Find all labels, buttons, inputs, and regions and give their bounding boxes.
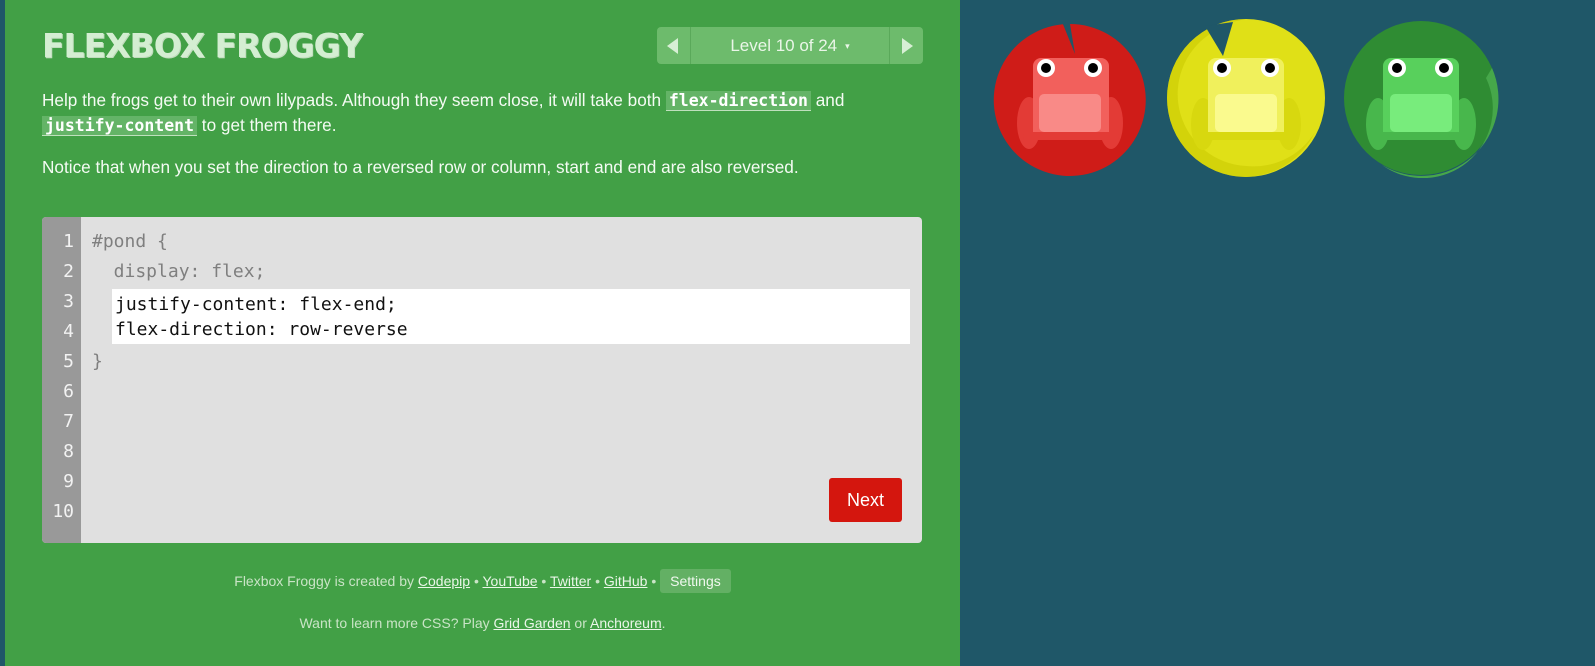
code-line-closing-brace: } — [92, 351, 103, 372]
separator: • — [647, 573, 661, 589]
instructions-text: and — [810, 90, 845, 110]
line-number: 2 — [63, 261, 74, 282]
level-dropdown[interactable]: Level 10 of 24 ▾ — [691, 27, 889, 64]
frog-pupil — [1392, 63, 1402, 73]
previous-level-arrow-icon[interactable] — [657, 27, 691, 64]
link-anchoreum[interactable]: Anchoreum — [590, 615, 662, 631]
css-code-input[interactable] — [112, 289, 910, 344]
line-number: 10 — [52, 501, 74, 522]
game-title: FLEXBOX FROGGY — [42, 26, 363, 65]
credits-text: Flexbox Froggy is created by — [234, 573, 418, 589]
separator: • — [537, 573, 550, 589]
code-term-justify-content[interactable]: justify-content — [42, 116, 198, 136]
frog-feet — [1198, 132, 1294, 140]
link-github[interactable]: GitHub — [604, 573, 648, 589]
line-number: 5 — [63, 351, 74, 372]
line-number: 4 — [63, 321, 74, 342]
caret-down-icon: ▾ — [845, 41, 850, 51]
frog-feet — [1023, 132, 1119, 140]
code-term-flex-direction[interactable]: flex-direction — [665, 91, 811, 111]
line-number: 6 — [63, 381, 74, 402]
frog-pupil — [1217, 63, 1227, 73]
line-number: 1 — [63, 231, 74, 252]
line-number-gutter: 1 2 3 4 5 6 7 8 9 10 — [42, 217, 81, 543]
yellow-lilypad — [1167, 19, 1325, 177]
frog-belly — [1390, 94, 1452, 132]
line-number: 7 — [63, 411, 74, 432]
instructions-text: to get them there. — [197, 115, 337, 135]
frog-belly — [1039, 94, 1101, 132]
instructions-paragraph-1: Help the frogs get to their own lilypads… — [42, 88, 922, 138]
code-line-display: display: flex; — [92, 261, 266, 282]
frog-belly — [1215, 94, 1277, 132]
instructions-text: Help the frogs get to their own lilypads… — [42, 90, 666, 110]
instructions-paragraph-2: Notice that when you set the direction t… — [42, 157, 799, 177]
link-youtube[interactable]: YouTube — [483, 573, 538, 589]
link-twitter[interactable]: Twitter — [550, 573, 591, 589]
frog-pupil — [1439, 63, 1449, 73]
learn-more-text: . — [661, 615, 666, 631]
pond — [960, 0, 1595, 666]
code-line-selector: #pond { — [92, 231, 168, 252]
frog-pupil — [1041, 63, 1051, 73]
separator: • — [470, 573, 483, 589]
learn-more: Want to learn more CSS? Play Grid Garden… — [5, 615, 960, 631]
link-grid-garden[interactable]: Grid Garden — [494, 615, 571, 631]
credits: Flexbox Froggy is created by Codepip • Y… — [5, 569, 960, 593]
line-number: 8 — [63, 441, 74, 462]
learn-more-text: Want to learn more CSS? Play — [299, 615, 494, 631]
line-number: 3 — [63, 291, 74, 312]
code-editor: 1 2 3 4 5 6 7 8 9 10 #pond { display: fl… — [42, 217, 922, 543]
level-navigation: Level 10 of 24 ▾ — [657, 27, 923, 64]
line-number: 9 — [63, 471, 74, 492]
learn-more-text: or — [570, 615, 591, 631]
frog-pupil — [1265, 63, 1275, 73]
settings-button[interactable]: Settings — [660, 569, 731, 593]
instructions: Help the frogs get to their own lilypads… — [42, 88, 922, 196]
link-codepip[interactable]: Codepip — [418, 573, 470, 589]
red-lilypad — [993, 24, 1146, 176]
next-level-arrow-icon[interactable] — [889, 27, 923, 64]
sidebar: FLEXBOX FROGGY Level 10 of 24 ▾ Help the … — [5, 0, 960, 666]
frog-feet — [1373, 132, 1469, 140]
separator: • — [591, 573, 604, 589]
frog-pupil — [1088, 63, 1098, 73]
next-button[interactable]: Next — [829, 478, 902, 522]
level-label: Level 10 of 24 — [730, 36, 838, 55]
green-lilypad — [1344, 21, 1499, 178]
